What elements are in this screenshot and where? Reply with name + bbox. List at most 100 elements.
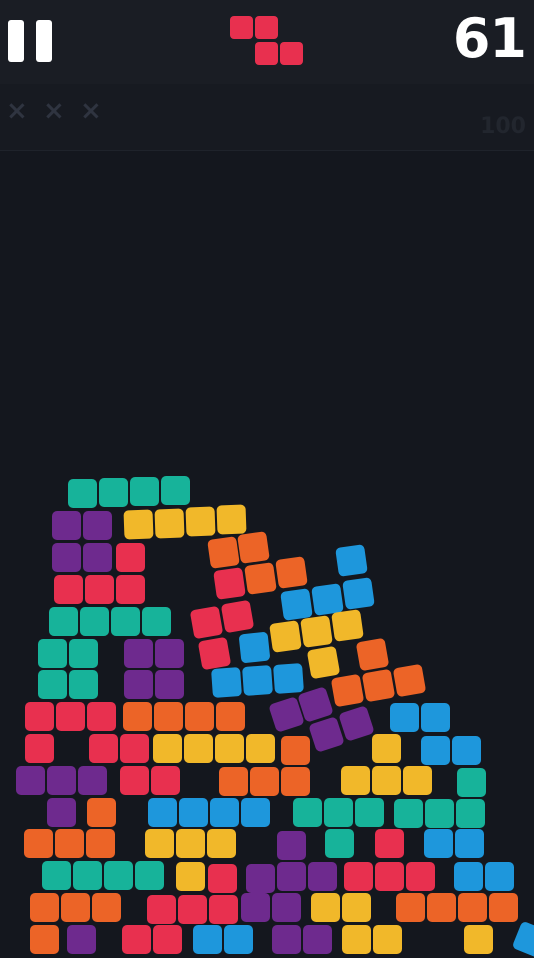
teal-block bbox=[394, 799, 423, 828]
strike-icon: × bbox=[6, 96, 28, 126]
red-block bbox=[25, 702, 54, 731]
purple-block bbox=[83, 543, 112, 572]
red-block bbox=[197, 636, 232, 671]
purple-block bbox=[308, 862, 337, 891]
red-block bbox=[406, 862, 435, 891]
blue-block bbox=[211, 667, 242, 698]
red-block bbox=[120, 766, 149, 795]
next-piece-cell bbox=[255, 42, 278, 65]
teal-block bbox=[425, 799, 454, 828]
orange-block bbox=[55, 829, 84, 858]
yellow-block bbox=[145, 829, 174, 858]
yellow-block bbox=[176, 862, 205, 891]
purple-block bbox=[272, 893, 301, 922]
blue-block bbox=[455, 829, 484, 858]
orange-block bbox=[219, 767, 248, 796]
purple-block bbox=[47, 766, 76, 795]
red-block bbox=[85, 575, 114, 604]
yellow-block bbox=[123, 509, 154, 540]
red-block bbox=[120, 734, 149, 763]
blue-block bbox=[421, 703, 450, 732]
orange-block bbox=[244, 562, 277, 595]
teal-block bbox=[457, 768, 486, 797]
blue-block bbox=[242, 665, 273, 696]
yellow-block bbox=[372, 766, 401, 795]
orange-block bbox=[396, 893, 425, 922]
red-block bbox=[189, 605, 224, 640]
teal-block bbox=[355, 798, 384, 827]
teal-block bbox=[456, 799, 485, 828]
red-block bbox=[56, 702, 85, 731]
blue-block bbox=[241, 798, 270, 827]
next-piece-cell bbox=[280, 42, 303, 65]
purple-block bbox=[277, 862, 306, 891]
red-block bbox=[375, 862, 404, 891]
teal-block bbox=[325, 829, 354, 858]
yellow-block bbox=[341, 766, 370, 795]
yellow-block bbox=[403, 766, 432, 795]
purple-block bbox=[338, 705, 375, 742]
orange-block bbox=[281, 767, 310, 796]
yellow-block bbox=[311, 893, 340, 922]
orange-block bbox=[185, 702, 214, 731]
purple-block bbox=[16, 766, 45, 795]
teal-block bbox=[161, 476, 190, 505]
game-board[interactable] bbox=[0, 151, 534, 958]
yellow-block bbox=[269, 620, 302, 653]
yellow-block bbox=[176, 829, 205, 858]
teal-block bbox=[80, 607, 109, 636]
orange-block bbox=[458, 893, 487, 922]
orange-block bbox=[86, 829, 115, 858]
teal-block bbox=[38, 670, 67, 699]
purple-block bbox=[124, 639, 153, 668]
orange-block bbox=[489, 893, 518, 922]
blue-block bbox=[511, 920, 534, 958]
teal-block bbox=[42, 861, 71, 890]
red-block bbox=[209, 895, 238, 924]
orange-block bbox=[355, 637, 390, 672]
top-bar: 61 bbox=[0, 0, 534, 84]
teal-block bbox=[38, 639, 67, 668]
blue-block bbox=[485, 862, 514, 891]
yellow-block bbox=[331, 609, 364, 642]
yellow-block bbox=[184, 734, 213, 763]
blue-block bbox=[454, 862, 483, 891]
red-block bbox=[54, 575, 83, 604]
red-block bbox=[375, 829, 404, 858]
red-block bbox=[147, 895, 176, 924]
blue-block bbox=[335, 544, 368, 577]
teal-block bbox=[135, 861, 164, 890]
orange-block bbox=[24, 829, 53, 858]
orange-block bbox=[87, 798, 116, 827]
orange-block bbox=[392, 663, 427, 698]
teal-block bbox=[68, 479, 97, 508]
yellow-block bbox=[372, 734, 401, 763]
purple-block bbox=[124, 670, 153, 699]
blue-block bbox=[148, 798, 177, 827]
teal-block bbox=[324, 798, 353, 827]
red-block bbox=[25, 734, 54, 763]
orange-block bbox=[207, 536, 240, 569]
red-block bbox=[178, 895, 207, 924]
blue-block bbox=[238, 631, 271, 664]
yellow-block bbox=[306, 645, 341, 680]
orange-block bbox=[92, 893, 121, 922]
yellow-block bbox=[246, 734, 275, 763]
strike-icon: × bbox=[80, 96, 102, 126]
red-block bbox=[116, 543, 145, 572]
orange-block bbox=[61, 893, 90, 922]
yellow-block bbox=[216, 504, 247, 535]
red-block bbox=[89, 734, 118, 763]
next-piece-cell bbox=[230, 16, 253, 39]
teal-block bbox=[104, 861, 133, 890]
blue-block bbox=[179, 798, 208, 827]
lives-bar: × × × 100 bbox=[0, 84, 534, 151]
yellow-block bbox=[185, 506, 216, 537]
purple-block bbox=[277, 831, 306, 860]
red-block bbox=[208, 864, 237, 893]
orange-block bbox=[275, 556, 308, 589]
purple-block bbox=[155, 639, 184, 668]
purple-block bbox=[47, 798, 76, 827]
yellow-block bbox=[153, 734, 182, 763]
blue-block bbox=[342, 577, 375, 610]
